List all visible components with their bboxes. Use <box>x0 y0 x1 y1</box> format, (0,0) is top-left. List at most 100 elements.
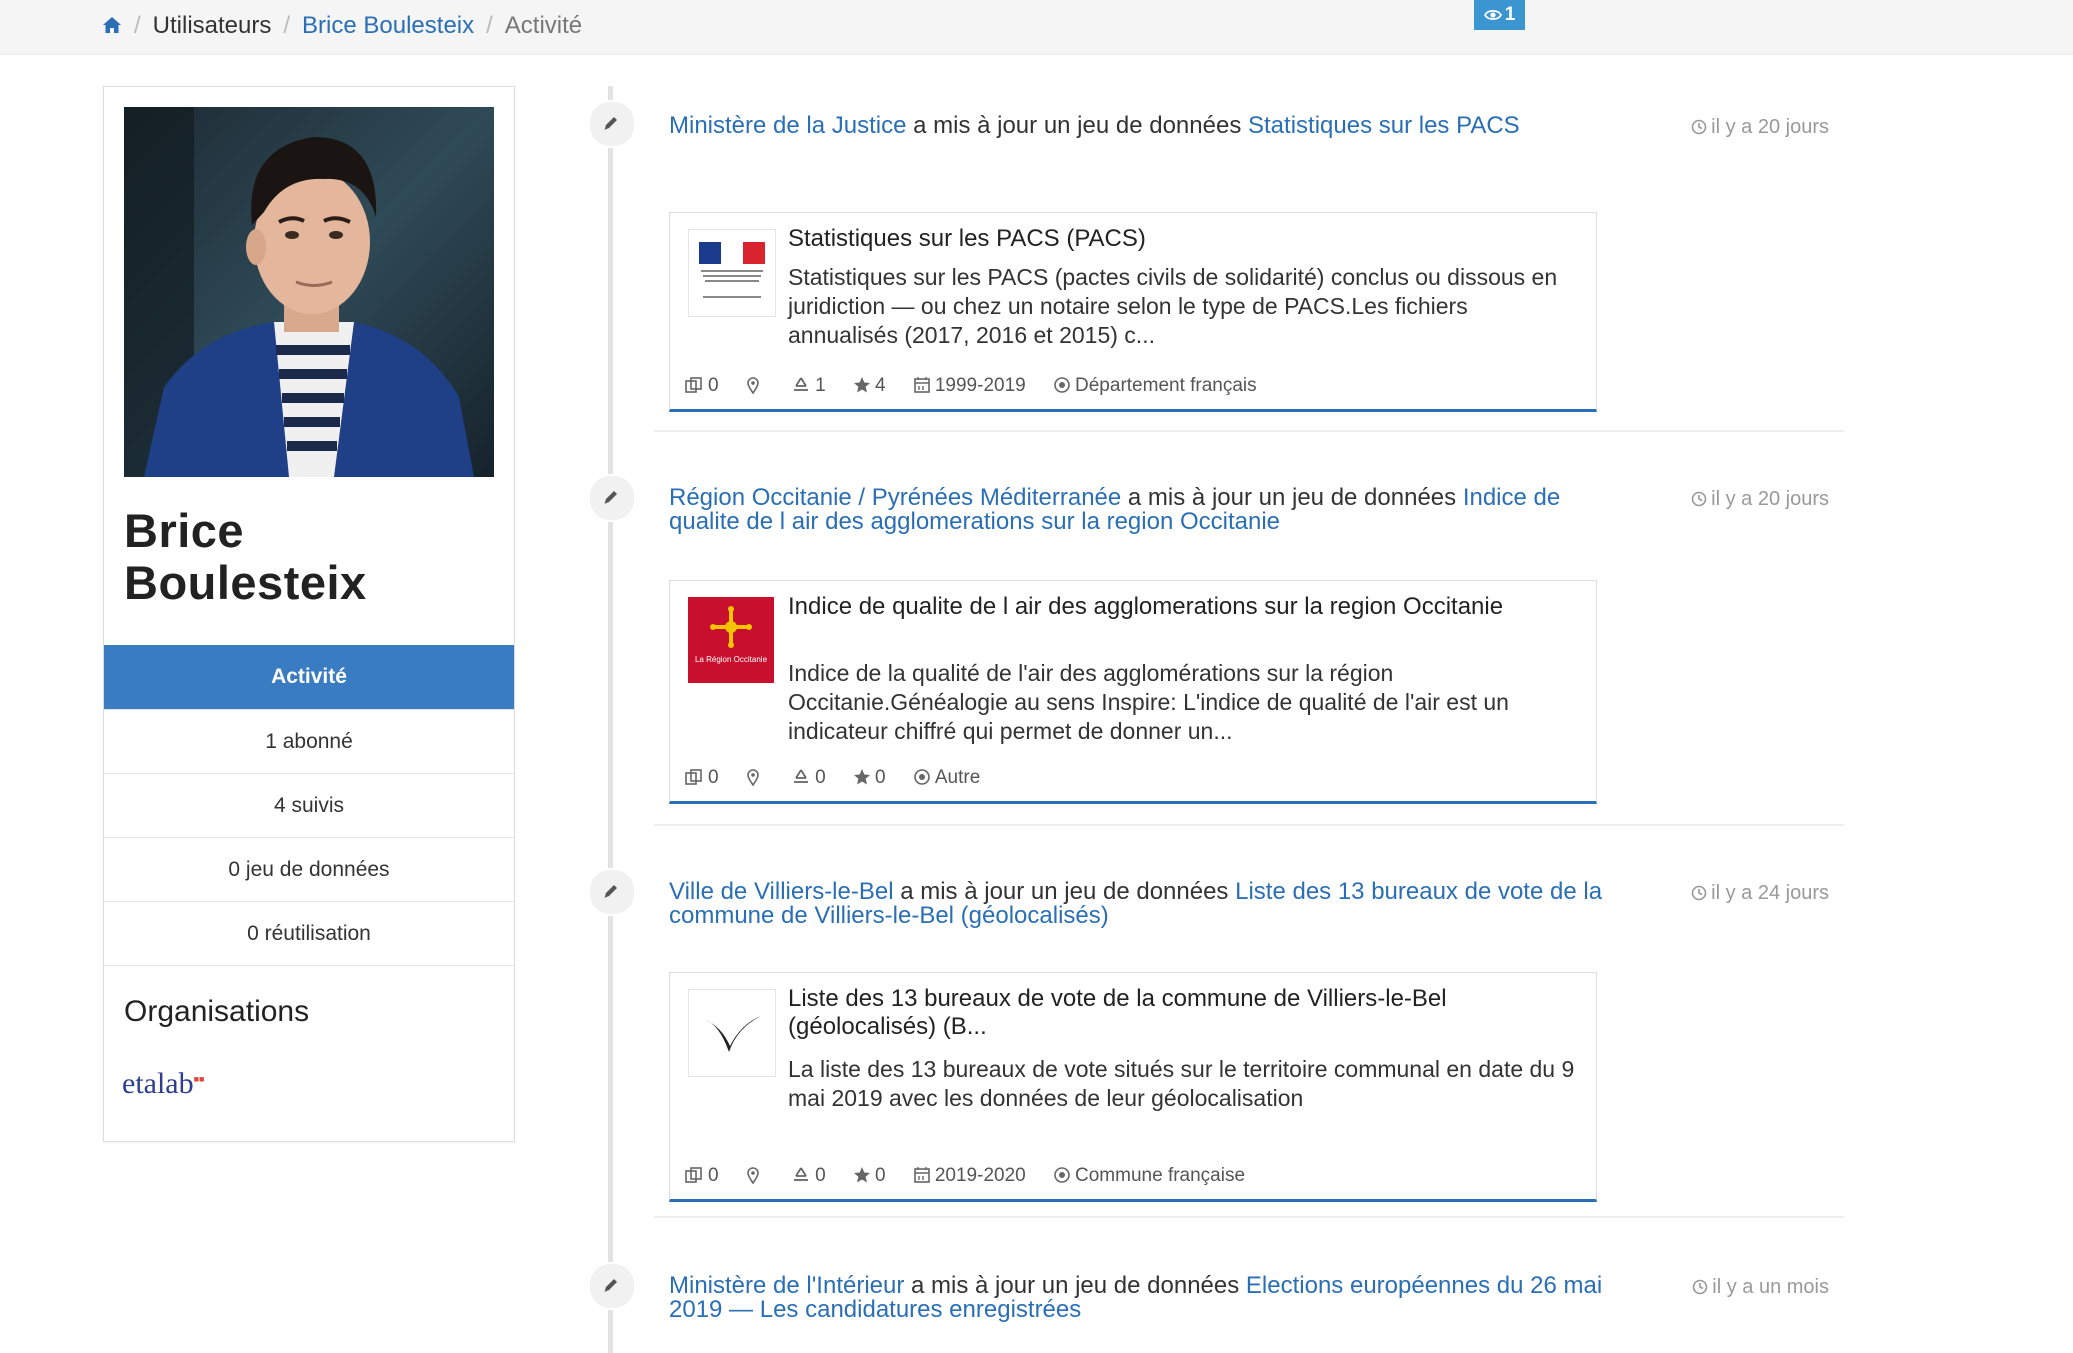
reuses-count: 0 <box>708 374 719 396</box>
view-count: 1 <box>1504 4 1516 25</box>
activity-headline: Ville de Villiers-le-Bel a mis à jour un… <box>669 880 1629 928</box>
activity-action-text: a mis à jour un jeu de données <box>1121 484 1463 511</box>
pencil-icon <box>604 117 617 130</box>
dataset-description: La liste des 13 bureaux de vote situés s… <box>788 1056 1575 1111</box>
activity-action-text: a mis à jour un jeu de données <box>904 1272 1246 1299</box>
timeline-line <box>608 86 613 1353</box>
breadcrumb-current: Activité <box>504 12 583 39</box>
breadcrumb-users[interactable]: Utilisateurs <box>153 12 272 39</box>
user-last-name: Boulesteix <box>124 556 367 609</box>
spatial-granularity: Département français <box>1075 374 1257 396</box>
clock-icon <box>1692 1279 1708 1295</box>
breadcrumb: / Utilisateurs / Brice Boulesteix / Activité <box>102 10 582 43</box>
spatial-granularity-icon <box>1054 1167 1070 1183</box>
timeline-node <box>588 100 636 148</box>
calendar-icon <box>914 1166 930 1183</box>
home-icon[interactable] <box>102 11 122 43</box>
view-count-badge: 1 <box>1474 0 1525 30</box>
clock-icon <box>1691 119 1707 135</box>
user-name: Brice Boulesteix <box>124 505 367 609</box>
activity-entry: Ministère de l'Intérieur a mis à jour un… <box>654 1246 1844 1353</box>
reuses-count: 0 <box>708 1164 719 1186</box>
menu-following[interactable]: 4 suivis <box>104 773 514 837</box>
pencil-icon <box>604 1279 617 1292</box>
calendar-icon <box>914 376 930 393</box>
stars-count: 0 <box>875 766 886 788</box>
activity-time-text: il y a 20 jours <box>1711 488 1829 510</box>
activity-time: il y a 24 jours <box>1691 882 1829 905</box>
menu-reuses[interactable]: 0 réutilisation <box>104 901 514 965</box>
menu-datasets[interactable]: 0 jeu de données <box>104 837 514 901</box>
org-logo-etalab[interactable]: etalab■■ <box>122 1067 205 1101</box>
activity-time: il y a 20 jours <box>1691 488 1829 511</box>
activity-headline: Ministère de l'Intérieur a mis à jour un… <box>669 1274 1629 1322</box>
activity-entry: Ville de Villiers-le-Bel a mis à jour un… <box>654 852 1844 1218</box>
dataset-logo-text: La Région Occitanie <box>695 655 768 664</box>
timeline-node <box>588 868 636 916</box>
activity-time-text: il y a 24 jours <box>1711 882 1829 904</box>
star-icon <box>854 768 870 785</box>
activity-time-text: il y a 20 jours <box>1711 116 1829 138</box>
dataset-meta: 0 1 4 1999-2019 Département français <box>684 375 1279 397</box>
activity-object-link[interactable]: Statistiques sur les PACS <box>1248 112 1520 139</box>
activity-actor-link[interactable]: Ministère de l'Intérieur <box>669 1272 904 1299</box>
eye-icon <box>1483 9 1502 21</box>
dataset-title[interactable]: Liste des 13 bureaux de vote de la commu… <box>788 985 1578 1041</box>
reuse-icon <box>685 377 702 393</box>
recycle-icon <box>794 769 809 783</box>
stars-count: 4 <box>875 374 886 396</box>
user-first-name: Brice <box>124 504 245 557</box>
temporal-coverage: 1999-2019 <box>934 374 1026 396</box>
followers-count: 0 <box>815 766 826 788</box>
followers-count: 0 <box>815 1164 826 1186</box>
activity-action-text: a mis à jour un jeu de données <box>893 878 1236 905</box>
breadcrumb-user[interactable]: Brice Boulesteix <box>302 12 474 39</box>
clock-icon <box>1691 491 1707 507</box>
map-marker-icon <box>747 1167 759 1185</box>
activity-action-text: a mis à jour un jeu de données <box>906 112 1248 139</box>
spatial-granularity-icon <box>914 769 930 785</box>
followers-count: 1 <box>815 374 826 396</box>
activity-actor-link[interactable]: Ville de Villiers-le-Bel <box>669 878 894 905</box>
activity-actor-link[interactable]: Région Occitanie / Pyrénées Méditerranée <box>669 484 1121 511</box>
temporal-coverage: 2019-2020 <box>934 1164 1026 1186</box>
pencil-icon <box>604 491 617 504</box>
activity-actor-link[interactable]: Ministère de la Justice <box>669 112 906 139</box>
dataset-card[interactable]: Liste des 13 bureaux de vote de la commu… <box>669 972 1597 1202</box>
profile-card: Brice Boulesteix Activité 1 abonné 4 sui… <box>103 86 515 1142</box>
dataset-logo <box>688 229 776 317</box>
activity-headline: Région Occitanie / Pyrénées Méditerranée… <box>669 486 1629 534</box>
map-marker-icon <box>747 377 759 395</box>
clock-icon <box>1691 885 1707 901</box>
avatar <box>124 107 494 477</box>
activity-time: il y a 20 jours <box>1691 116 1829 139</box>
dataset-title[interactable]: Statistiques sur les PACS (PACS) <box>788 225 1578 253</box>
dataset-meta: 0 0 0 Autre <box>684 767 1002 789</box>
dataset-title[interactable]: Indice de qualite de l air des agglomera… <box>788 593 1578 621</box>
activity-time: il y a un mois <box>1692 1276 1829 1299</box>
stars-count: 0 <box>875 1164 886 1186</box>
spatial-granularity: Autre <box>934 766 981 788</box>
breadcrumb-bar: / Utilisateurs / Brice Boulesteix / Activité … <box>0 0 2073 55</box>
dataset-card[interactable]: Statistiques sur les PACS (PACS) Statist… <box>669 212 1597 412</box>
reuses-count: 0 <box>708 766 719 788</box>
map-marker-icon <box>747 769 759 787</box>
organizations-title: Organisations <box>124 995 310 1028</box>
dataset-description: Statistiques sur les PACS (pactes civils… <box>788 264 1558 348</box>
activity-time-text: il y a un mois <box>1712 1276 1829 1298</box>
activity-headline: Ministère de la Justice a mis à jour un … <box>669 114 1629 138</box>
dataset-card[interactable]: La Région Occitanie Indice de qualite de… <box>669 580 1597 804</box>
recycle-icon <box>794 377 809 391</box>
recycle-icon <box>794 1167 809 1181</box>
pencil-icon <box>604 885 617 898</box>
star-icon <box>854 376 870 393</box>
reuse-icon <box>685 769 702 785</box>
spatial-granularity-icon <box>1054 377 1070 393</box>
profile-menu: Activité 1 abonné 4 suivis 0 jeu de donn… <box>104 645 514 966</box>
reuse-icon <box>685 1167 702 1183</box>
menu-followers[interactable]: 1 abonné <box>104 709 514 773</box>
org-logo-text: etalab <box>122 1067 194 1100</box>
activity-entry: Région Occitanie / Pyrénées Méditerranée… <box>654 458 1844 826</box>
menu-activity[interactable]: Activité <box>104 645 514 709</box>
dataset-meta: 0 0 0 2019-2020 Commune française <box>684 1165 1267 1187</box>
